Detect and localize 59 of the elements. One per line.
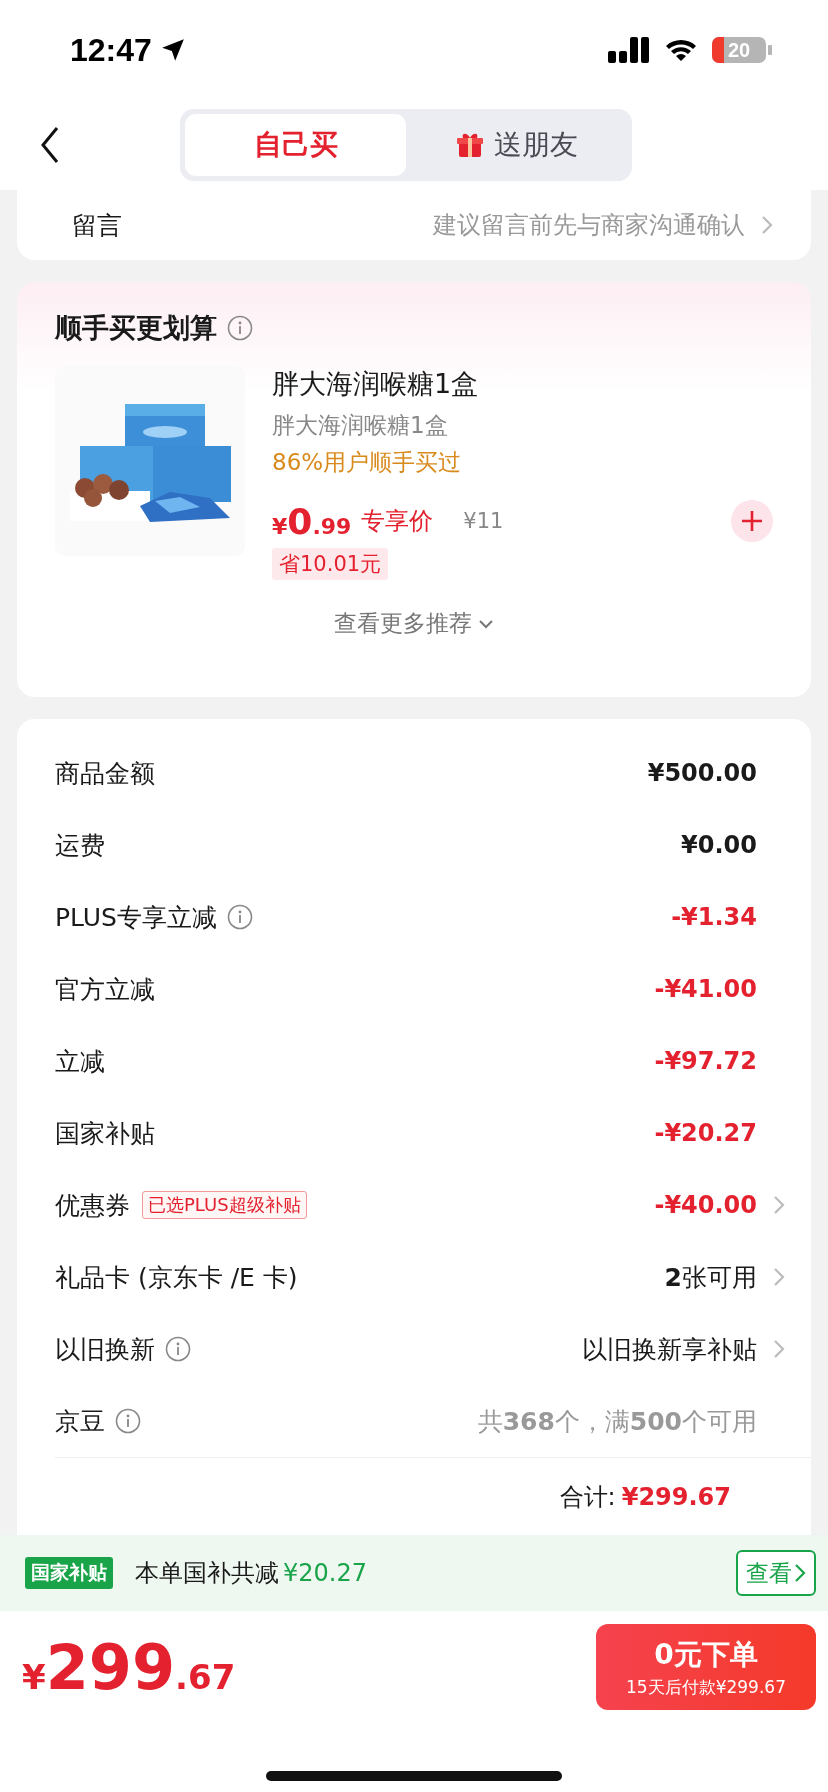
recommend-title: 顺手买更划算 (55, 311, 217, 345)
status-time: 12:47 (70, 31, 152, 69)
total-value: ¥299.67 (621, 1482, 731, 1511)
summary-value[interactable]: -¥40.00 (654, 1191, 757, 1219)
summary-label: 以旧换新 (55, 1333, 155, 1366)
summary-label: 商品金额 (55, 757, 155, 790)
summary-value: ¥0.00 (681, 831, 757, 859)
more-recommend-link[interactable]: 查看更多推荐 (334, 608, 494, 639)
summary-value: -¥1.34 (671, 903, 757, 931)
total-price: ¥299.67 (22, 1630, 236, 1704)
summary-label: 立减 (55, 1045, 105, 1078)
info-icon[interactable] (226, 904, 253, 930)
wifi-icon (664, 37, 698, 63)
info-icon[interactable] (115, 1408, 141, 1434)
summary-value: ¥500.00 (647, 759, 757, 787)
chevron-right-icon (794, 1563, 806, 1583)
chevron-down-icon (478, 618, 494, 629)
original-price: ¥11 (463, 509, 504, 533)
summary-label: 优惠券 (55, 1189, 130, 1222)
subsidy-text: 本单国补共减 (135, 1558, 279, 1589)
summary-value: -¥97.72 (654, 1047, 757, 1075)
product-name[interactable]: 胖大海润喉糖1盒 (272, 366, 773, 402)
summary-label: 官方立减 (55, 973, 155, 1006)
summary-label: 国家补贴 (55, 1117, 155, 1150)
chevron-right-icon (773, 1195, 785, 1215)
summary-value: -¥20.27 (654, 1119, 757, 1147)
segment-tab[interactable]: 送朋友 (406, 114, 627, 176)
coupon-tag: 已选PLUS超级补贴 (142, 1191, 307, 1219)
add-button[interactable] (731, 500, 773, 542)
summary-value[interactable]: 2张可用 (664, 1260, 757, 1294)
product-spec: 胖大海润喉糖1盒 (272, 411, 449, 440)
summary-label: 京豆 (55, 1405, 105, 1438)
subsidy-badge: 国家补贴 (25, 1557, 113, 1589)
exclusive-price: ¥0.99 (272, 500, 352, 542)
summary-value: 共368个，满500个可用 (477, 1405, 757, 1438)
info-icon[interactable] (227, 315, 253, 341)
note-label: 留言 (72, 209, 122, 242)
saving-badge: 省10.01元 (272, 548, 389, 580)
chevron-right-icon (773, 1339, 785, 1359)
summary-label: 运费 (55, 829, 105, 862)
purchase-rate: 86%用户顺手买过 (272, 448, 463, 477)
chevron-right-icon (761, 215, 773, 235)
note-card[interactable]: 留言 建议留言前先与商家沟通确认 (17, 190, 811, 260)
summary-value[interactable]: 以旧换新享补贴 (582, 1332, 757, 1366)
chevron-right-icon (773, 1267, 785, 1287)
price-tag: 专享价 (361, 505, 434, 537)
info-icon[interactable] (165, 1336, 191, 1362)
order-button[interactable]: 0元下单 15天后付款¥299.67 (596, 1624, 816, 1710)
back-icon[interactable] (40, 125, 60, 165)
signal-icon (608, 37, 650, 63)
gift-icon (455, 131, 484, 159)
summary-label: PLUS专享立减 (55, 901, 217, 934)
summary-label: 礼品卡 (京东卡 /E 卡) (55, 1261, 298, 1294)
note-placeholder: 建议留言前先与商家沟通确认 (433, 210, 745, 241)
segment-tab[interactable]: 自己买 (185, 114, 406, 176)
plus-icon (740, 509, 764, 533)
summary-value: -¥41.00 (654, 975, 757, 1003)
subsidy-amount: ¥20.27 (283, 1559, 367, 1587)
total-label: 合计: (559, 1481, 616, 1513)
